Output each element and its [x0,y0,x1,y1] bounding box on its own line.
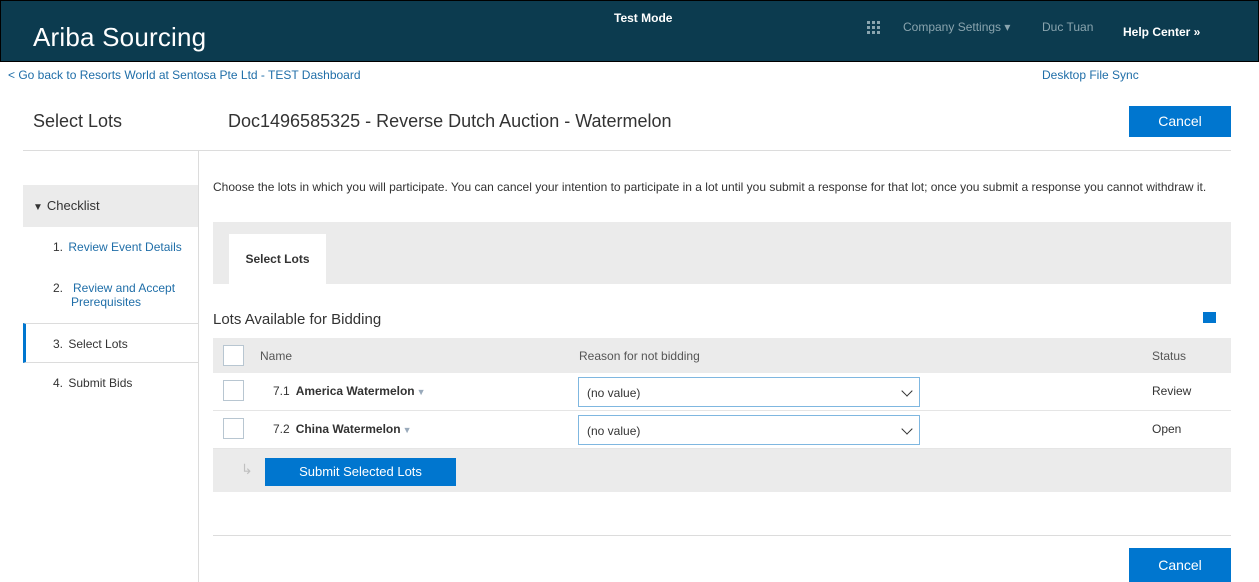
reason-value: (no value) [587,386,641,400]
caret-down-icon: ▼ [416,387,426,397]
sidebar-step-review-event[interactable]: 1. Review Event Details [53,240,182,254]
page-section-title: Select Lots [33,111,123,131]
lot-title: America Watermelon [295,384,415,398]
step-number: 4. [53,376,64,390]
table-row: 7.1 America Watermelon ▼ (no value) Review [213,373,1231,411]
lot-number: 7.1 [273,384,290,398]
reason-value: (no value) [587,424,641,438]
reason-select[interactable]: (no value) [578,377,920,407]
back-to-dashboard-link[interactable]: < Go back to Resorts World at Sentosa Pt… [8,68,361,82]
caret-down-icon: ▼ [33,202,43,213]
table-options-icon[interactable] [1203,312,1216,323]
sidebar-divider [198,150,199,582]
document-title: Doc1496585325 - Reverse Dutch Auction - … [228,111,672,131]
step-label: Select Lots [68,337,128,351]
table-row: 7.2 China Watermelon ▼ (no value) Open [213,411,1231,449]
step-label: Review and Accept Prerequisites [71,281,176,309]
tab-select-lots[interactable]: Select Lots [229,234,326,284]
cancel-button-top[interactable]: Cancel [1129,106,1231,137]
cancel-button-bottom[interactable]: Cancel [1129,548,1231,582]
row-checkbox[interactable] [223,418,244,439]
brand-logo: Ariba Sourcing [33,22,207,52]
chevron-down-icon [901,385,913,397]
top-header: Ariba Sourcing Test Mode Company Setting… [0,0,1259,62]
lots-section-title: Lots Available for Bidding [213,311,382,328]
sidebar-step-select-lots[interactable]: 3. Select Lots [53,337,128,351]
tab-bar: Select Lots [213,222,1231,284]
lot-status: Open [1152,422,1182,436]
apps-grid-icon[interactable] [867,21,880,34]
intro-text: Choose the lots in which you will partic… [213,180,1207,194]
step-label: Review Event Details [68,240,182,254]
lot-title: China Watermelon [295,422,401,436]
submit-selected-lots-button[interactable]: Submit Selected Lots [265,458,456,486]
divider [23,150,1231,151]
col-reason: Reason for not bidding [579,349,700,363]
divider [213,535,1231,536]
company-settings-menu[interactable]: Company Settings ▾ [903,20,1010,34]
desktop-file-sync-link[interactable]: Desktop File Sync [1042,68,1139,82]
col-status: Status [1152,349,1187,363]
user-menu[interactable]: Duc Tuan [1042,20,1093,34]
lot-number: 7.2 [273,422,290,436]
step-label: Submit Bids [68,376,133,390]
step-number: 2. [53,281,64,295]
sidebar-step-prerequisites[interactable]: 2. Review and Accept Prerequisites [53,281,193,309]
lot-status: Review [1152,384,1192,398]
action-bar: ↳ Submit Selected Lots [213,449,1231,492]
chevron-down-icon [901,423,913,435]
sidebar-step-submit-bids[interactable]: 4. Submit Bids [53,376,132,390]
return-arrow-icon: ↳ [241,461,253,477]
reason-select[interactable]: (no value) [578,415,920,445]
lot-name[interactable]: 7.2 China Watermelon ▼ [273,422,412,436]
table-header: Name Reason for not bidding Status [213,338,1231,373]
row-checkbox[interactable] [223,380,244,401]
select-all-checkbox[interactable] [223,345,244,366]
checklist-label: Checklist [46,198,100,213]
test-mode-label: Test Mode [614,11,673,25]
help-center-link[interactable]: Help Center » [1123,25,1200,39]
step-number: 3. [53,337,64,351]
step-number: 1. [53,240,64,254]
checklist-header[interactable]: ▼ Checklist [23,185,198,227]
col-name: Name [260,349,293,363]
lot-name[interactable]: 7.1 America Watermelon ▼ [273,384,426,398]
caret-down-icon: ▼ [402,425,412,435]
